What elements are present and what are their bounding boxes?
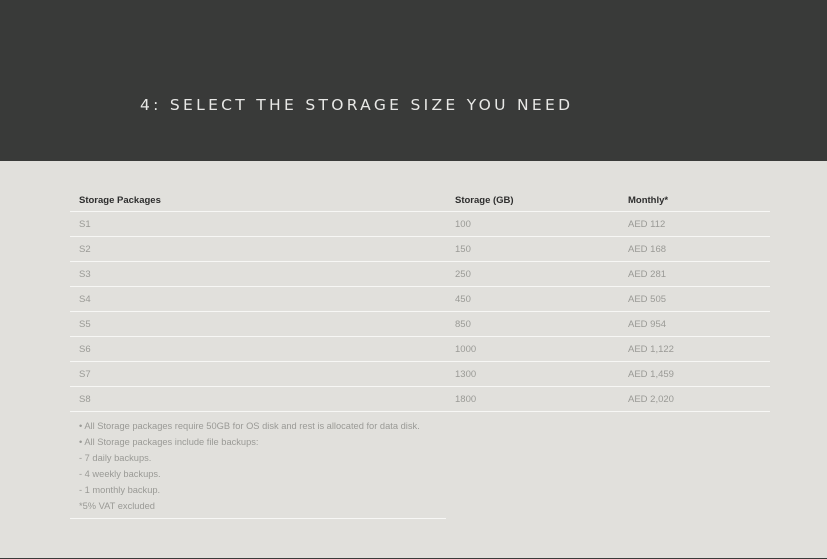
storage-packages-table: Storage Packages Storage (GB) Monthly* S… (70, 189, 770, 412)
storage-size-cell: 1000 (446, 336, 619, 362)
storage-size-cell: 1300 (446, 361, 619, 387)
package-name-cell: S3 (70, 261, 446, 287)
note-weekly-backups: - 4 weekly backups. (79, 469, 161, 479)
storage-size-cell: 250 (446, 261, 619, 287)
note-daily-backups: - 7 daily backups. (79, 453, 152, 463)
column-header-storage-gb: Storage (GB) (446, 189, 619, 212)
monthly-price-cell: AED 1,459 (619, 361, 770, 387)
table-header-row: Storage Packages Storage (GB) Monthly* (70, 189, 770, 212)
table-row: S4 450 AED 505 (70, 286, 770, 312)
monthly-price-cell: AED 168 (619, 236, 770, 262)
table-row: S6 1000 AED 1,122 (70, 336, 770, 362)
package-name-cell: S8 (70, 386, 446, 412)
package-name-cell: S7 (70, 361, 446, 387)
column-header-storage-packages: Storage Packages (70, 189, 446, 212)
table-row: S1 100 AED 112 (70, 211, 770, 237)
monthly-price-cell: AED 954 (619, 311, 770, 337)
package-name-cell: S1 (70, 211, 446, 237)
storage-size-cell: 850 (446, 311, 619, 337)
section-title: 4: SELECT THE STORAGE SIZE YOU NEED (140, 96, 574, 114)
storage-size-cell: 1800 (446, 386, 619, 412)
package-name-cell: S6 (70, 336, 446, 362)
storage-size-cell: 450 (446, 286, 619, 312)
table-row: S3 250 AED 281 (70, 261, 770, 287)
table-row: S5 850 AED 954 (70, 311, 770, 337)
package-name-cell: S2 (70, 236, 446, 262)
monthly-price-cell: AED 281 (619, 261, 770, 287)
storage-size-cell: 100 (446, 211, 619, 237)
note-vat-excluded: *5% VAT excluded (79, 501, 155, 511)
package-name-cell: S4 (70, 286, 446, 312)
table-row: S2 150 AED 168 (70, 236, 770, 262)
monthly-price-cell: AED 112 (619, 211, 770, 237)
note-os-disk: • All Storage packages require 50GB for … (79, 421, 420, 431)
table-row: S7 1300 AED 1,459 (70, 361, 770, 387)
storage-size-cell: 150 (446, 236, 619, 262)
section-header: 4: SELECT THE STORAGE SIZE YOU NEED (0, 0, 827, 161)
monthly-price-cell: AED 1,122 (619, 336, 770, 362)
column-header-monthly: Monthly* (619, 189, 770, 212)
monthly-price-cell: AED 505 (619, 286, 770, 312)
monthly-price-cell: AED 2,020 (619, 386, 770, 412)
table-row: S8 1800 AED 2,020 (70, 386, 770, 412)
note-monthly-backup: - 1 monthly backup. (79, 485, 161, 495)
package-name-cell: S5 (70, 311, 446, 337)
package-notes: • All Storage packages require 50GB for … (70, 418, 446, 519)
note-file-backups: • All Storage packages include file back… (79, 437, 259, 447)
storage-packages-table-container: Storage Packages Storage (GB) Monthly* S… (70, 189, 770, 412)
